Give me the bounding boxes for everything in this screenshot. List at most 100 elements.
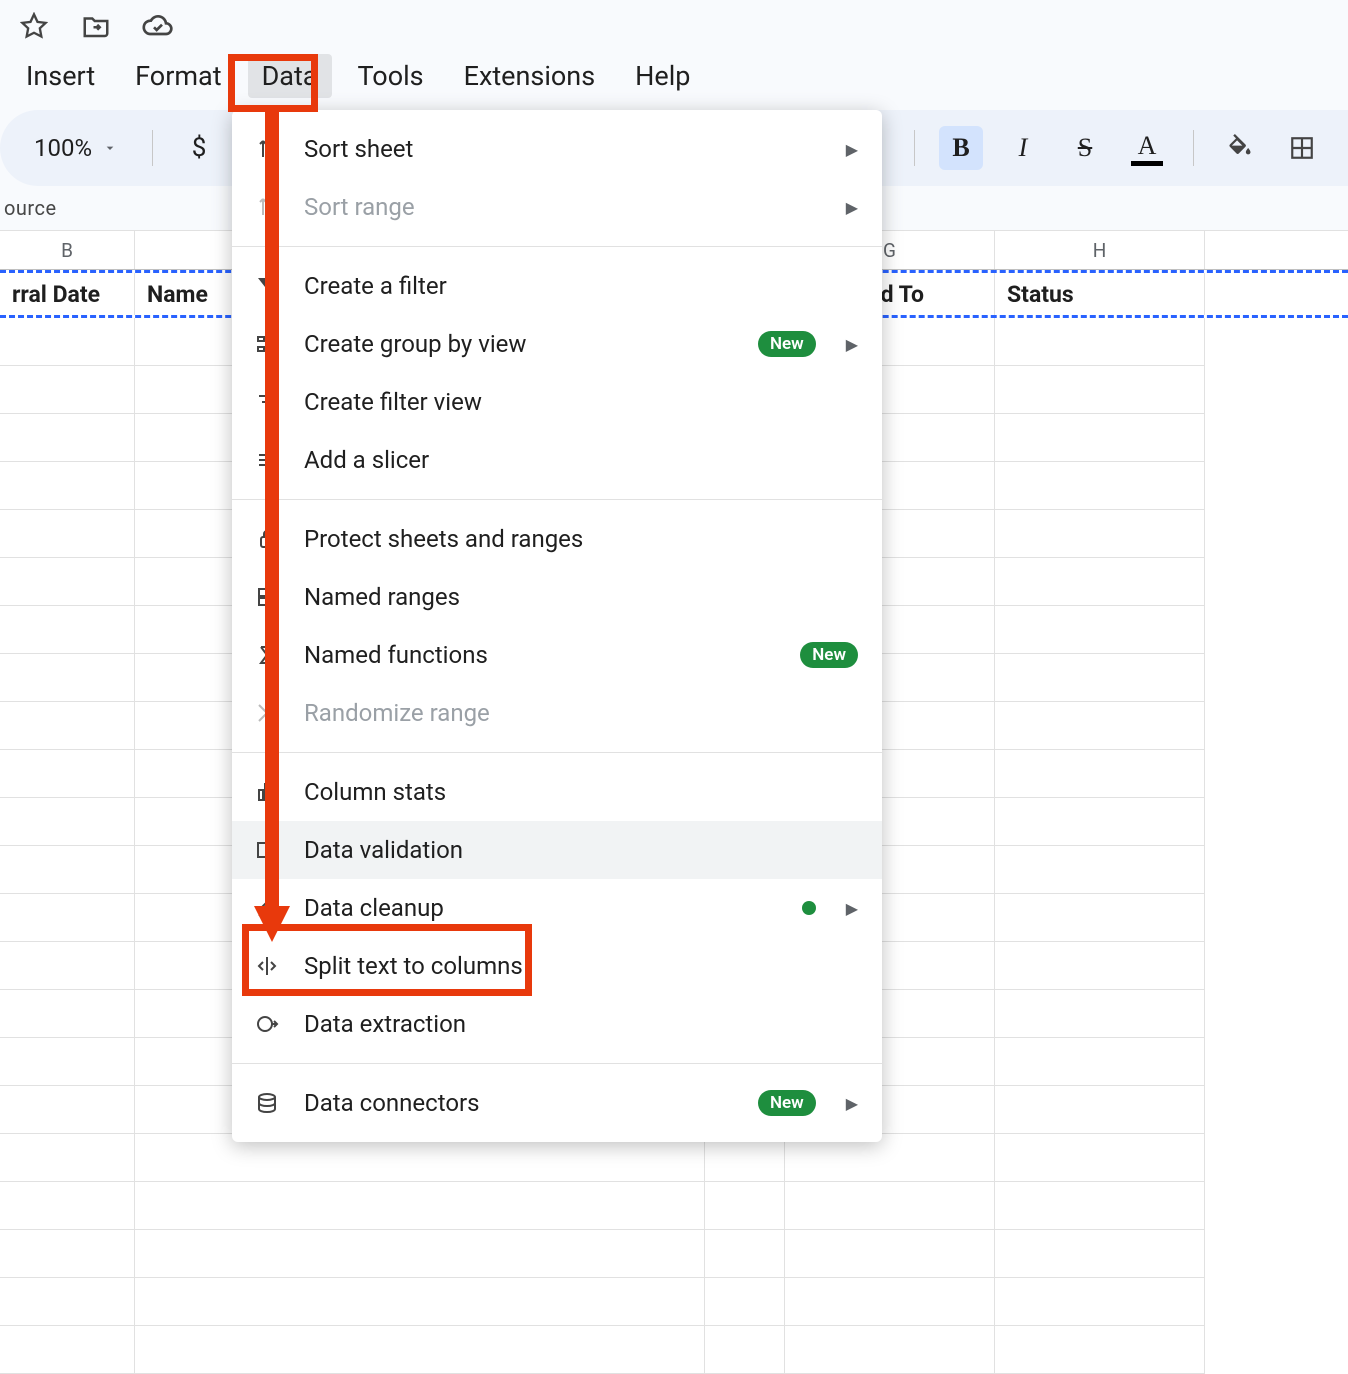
grid-cell[interactable]: [0, 1182, 135, 1230]
grid-cell[interactable]: [0, 558, 135, 606]
grid-cell[interactable]: [0, 702, 135, 750]
fill-color-button[interactable]: [1218, 126, 1262, 170]
grid-cell[interactable]: [0, 990, 135, 1038]
menuitem-column-stats[interactable]: Column stats: [232, 763, 882, 821]
menu-data[interactable]: Data: [248, 54, 332, 98]
grid-cell[interactable]: [995, 510, 1205, 558]
grid-cell[interactable]: [995, 1086, 1205, 1134]
grid-cell[interactable]: [995, 414, 1205, 462]
grid-cell[interactable]: [995, 318, 1205, 366]
menuitem-create-group-by-view[interactable]: Create group by viewNew▶: [232, 315, 882, 373]
group-by-icon: [252, 329, 282, 359]
menuitem-data-extraction[interactable]: Data extraction: [232, 995, 882, 1053]
italic-button[interactable]: I: [1001, 126, 1045, 170]
grid-cell[interactable]: [0, 1326, 135, 1374]
grid-cell[interactable]: [135, 1182, 705, 1230]
grid-cell[interactable]: [0, 942, 135, 990]
grid-cell[interactable]: [995, 798, 1205, 846]
grid-cell[interactable]: [0, 606, 135, 654]
grid-cell[interactable]: [135, 1278, 705, 1326]
grid-cell[interactable]: [0, 750, 135, 798]
grid-cell[interactable]: [0, 1278, 135, 1326]
grid-cell[interactable]: [785, 1230, 995, 1278]
grid-cell[interactable]: [0, 1230, 135, 1278]
star-icon[interactable]: [18, 10, 50, 42]
menuitem-split-text-to-columns[interactable]: Split text to columns: [232, 937, 882, 995]
grid-cell[interactable]: [0, 654, 135, 702]
grid-cell[interactable]: [995, 1326, 1205, 1374]
menuitem-named-functions[interactable]: Named functionsNew: [232, 626, 882, 684]
grid-cell[interactable]: [995, 558, 1205, 606]
move-to-drive-icon[interactable]: [80, 10, 112, 42]
grid-row: [0, 1326, 1348, 1374]
data-cleanup-icon: [252, 893, 282, 923]
menu-format[interactable]: Format: [121, 54, 235, 98]
grid-cell[interactable]: [995, 366, 1205, 414]
grid-cell[interactable]: [0, 414, 135, 462]
grid-cell[interactable]: [995, 1134, 1205, 1182]
grid-cell[interactable]: [995, 462, 1205, 510]
cloud-check-icon[interactable]: [142, 10, 174, 42]
grid-cell[interactable]: [995, 1278, 1205, 1326]
menuitem-create-filter-view[interactable]: Create filter view: [232, 373, 882, 431]
grid-cell[interactable]: [995, 846, 1205, 894]
grid-cell[interactable]: [995, 990, 1205, 1038]
menu-tools[interactable]: Tools: [344, 54, 438, 98]
grid-cell[interactable]: [705, 1278, 785, 1326]
menu-help[interactable]: Help: [621, 54, 704, 98]
bold-button[interactable]: B: [939, 126, 983, 170]
grid-cell[interactable]: [0, 318, 135, 366]
menu-insert[interactable]: Insert: [12, 54, 109, 98]
grid-cell[interactable]: [0, 510, 135, 558]
menuitem-label: Data cleanup: [304, 894, 780, 922]
menuitem-label: Data validation: [304, 836, 858, 864]
grid-cell[interactable]: [995, 702, 1205, 750]
grid-cell[interactable]: [995, 1038, 1205, 1086]
header-referral-date[interactable]: rral Date: [0, 273, 135, 315]
col-letter-b[interactable]: B: [0, 231, 135, 269]
grid-cell[interactable]: [0, 798, 135, 846]
menuitem-create-a-filter[interactable]: Create a filter: [232, 257, 882, 315]
grid-cell[interactable]: [995, 1182, 1205, 1230]
grid-cell[interactable]: [0, 1134, 135, 1182]
grid-cell[interactable]: [135, 1326, 705, 1374]
borders-button[interactable]: [1280, 126, 1324, 170]
currency-button[interactable]: $: [177, 126, 221, 170]
sort-sheet-icon: [252, 134, 282, 164]
text-color-button[interactable]: A: [1125, 126, 1169, 170]
menuitem-protect-sheets-and-ranges[interactable]: Protect sheets and ranges: [232, 510, 882, 568]
strikethrough-button[interactable]: S: [1063, 126, 1107, 170]
menu-separator: [232, 246, 882, 247]
menuitem-named-ranges[interactable]: Named ranges: [232, 568, 882, 626]
menu-extensions[interactable]: Extensions: [450, 54, 610, 98]
header-status[interactable]: Status: [995, 273, 1205, 315]
grid-cell[interactable]: [995, 750, 1205, 798]
grid-cell[interactable]: [995, 894, 1205, 942]
menuitem-data-cleanup[interactable]: Data cleanup▶: [232, 879, 882, 937]
grid-cell[interactable]: [0, 462, 135, 510]
grid-cell[interactable]: [995, 654, 1205, 702]
grid-cell[interactable]: [135, 1230, 705, 1278]
grid-cell[interactable]: [0, 846, 135, 894]
grid-cell[interactable]: [705, 1182, 785, 1230]
grid-cell[interactable]: [705, 1230, 785, 1278]
grid-cell[interactable]: [0, 1086, 135, 1134]
grid-cell[interactable]: [995, 942, 1205, 990]
grid-cell[interactable]: [785, 1278, 995, 1326]
grid-cell[interactable]: [785, 1326, 995, 1374]
grid-cell[interactable]: [0, 1038, 135, 1086]
grid-cell[interactable]: [0, 366, 135, 414]
menuitem-data-connectors[interactable]: Data connectorsNew▶: [232, 1074, 882, 1132]
menuitem-sort-sheet[interactable]: Sort sheet▶: [232, 120, 882, 178]
menuitem-label: Create filter view: [304, 388, 858, 416]
menuitem-data-validation[interactable]: Data validation: [232, 821, 882, 879]
menuitem-add-a-slicer[interactable]: Add a slicer: [232, 431, 882, 489]
grid-cell[interactable]: [705, 1326, 785, 1374]
grid-cell[interactable]: [785, 1182, 995, 1230]
grid-cell[interactable]: [995, 1230, 1205, 1278]
col-letter-h[interactable]: H: [995, 231, 1205, 269]
menuitem-label: Create a filter: [304, 272, 858, 300]
zoom-dropdown[interactable]: 100%: [24, 134, 128, 162]
grid-cell[interactable]: [995, 606, 1205, 654]
grid-cell[interactable]: [0, 894, 135, 942]
